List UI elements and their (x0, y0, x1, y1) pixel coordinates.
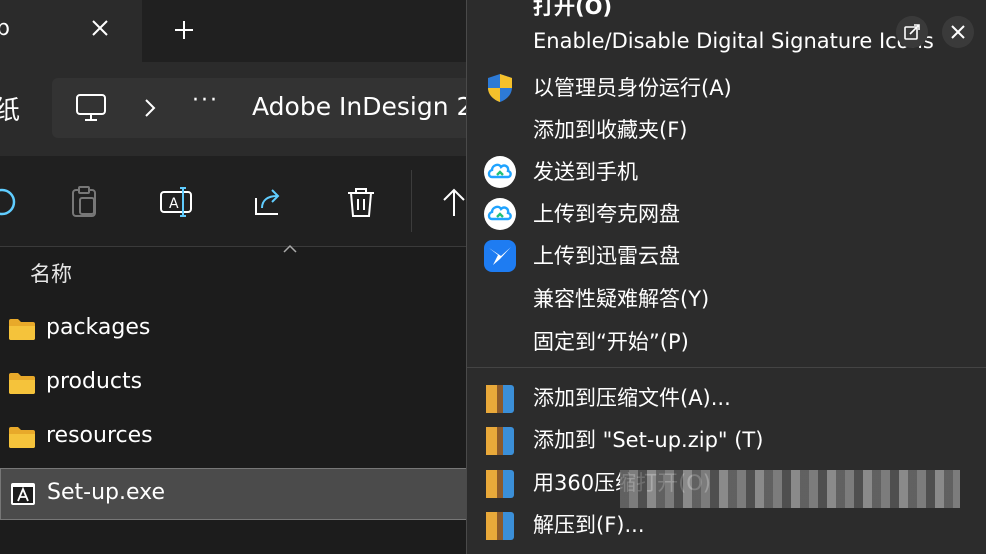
menu-item-label: 上传到夸克网盘 (533, 202, 680, 226)
list-item[interactable]: products (0, 358, 470, 410)
file-name: products (46, 369, 143, 394)
menu-item-label: Enable/Disable Digital Signature Icons (533, 29, 934, 53)
application-icon (11, 483, 35, 505)
menu-item-label: 添加到 "Set-up.zip" (T) (533, 428, 764, 452)
archive-icon (486, 385, 514, 413)
svg-text:A: A (169, 196, 179, 212)
list-item[interactable]: resources (0, 412, 470, 464)
address-bar[interactable]: ··· Adobe InDesign 2 (52, 78, 472, 138)
plus-icon[interactable] (170, 16, 198, 44)
menu-item-extract-to[interactable]: 解压到(F)... (467, 504, 986, 546)
menu-item-label: 以管理员身份运行(A) (533, 76, 732, 100)
menu-item-pin-to-start[interactable]: 固定到“开始”(P) (467, 321, 986, 363)
archive-icon (486, 427, 514, 455)
close-icon[interactable] (942, 16, 974, 48)
close-icon[interactable] (88, 16, 112, 40)
uac-shield-icon (488, 74, 512, 102)
menu-item-label: 添加到收藏夹(F) (533, 118, 688, 142)
menu-item-add-favorites[interactable]: 添加到收藏夹(F) (467, 109, 986, 151)
menu-item-upload-quark[interactable]: 上传到夸克网盘 (467, 193, 986, 235)
rename-icon[interactable]: A (158, 184, 194, 220)
menu-item-label: 发送到手机 (533, 160, 638, 184)
new-icon[interactable] (0, 184, 20, 220)
menu-item-label: 添加到压缩文件(A)... (533, 386, 731, 410)
tab-active[interactable]: p (0, 0, 142, 62)
archive-icon (486, 470, 514, 498)
bird-icon (484, 240, 516, 272)
paste-icon[interactable] (66, 184, 102, 220)
menu-item-run-as-admin[interactable]: 以管理员身份运行(A) (467, 67, 986, 109)
menu-item-label: 兼容性疑难解答(Y) (533, 287, 710, 311)
cloud-icon (484, 156, 516, 188)
nav-button-partial[interactable]: 纸 (0, 90, 20, 127)
computer-icon[interactable] (74, 92, 108, 124)
menu-item-add-to-zip[interactable]: 添加到 "Set-up.zip" (T) (467, 419, 986, 461)
command-toolbar: A (0, 156, 470, 247)
navigation-bar: 纸 ··· Adobe InDesign 2 (0, 62, 472, 156)
column-header-name[interactable]: 名称 (30, 258, 72, 288)
menu-item-compatibility[interactable]: 兼容性疑难解答(Y) (467, 278, 986, 320)
menu-item-upload-thunder[interactable]: 上传到迅雷云盘 (467, 235, 986, 277)
list-item[interactable]: packages (0, 304, 470, 356)
cloud-icon (484, 198, 516, 230)
file-name: Set-up.exe (47, 480, 165, 505)
menu-item-label: 固定到“开始”(P) (533, 330, 689, 354)
toolbar-divider (411, 170, 412, 232)
breadcrumb-current[interactable]: Adobe InDesign 2 (252, 92, 472, 121)
sort-caret-icon (283, 244, 297, 253)
file-name: resources (46, 423, 153, 448)
tab-title: p (0, 16, 10, 41)
tab-bar: p (0, 0, 470, 62)
folder-icon (9, 373, 35, 394)
restore-icon[interactable] (896, 16, 928, 48)
delete-icon[interactable] (343, 184, 379, 220)
menu-item-label: 打开(O) (533, 0, 613, 19)
redaction-mosaic (620, 470, 960, 508)
chevron-right-icon[interactable] (140, 96, 160, 120)
menu-item-send-to-phone[interactable]: 发送到手机 (467, 151, 986, 193)
menu-item-label: 上传到迅雷云盘 (533, 244, 680, 268)
menu-item-add-archive[interactable]: 添加到压缩文件(A)... (467, 377, 986, 419)
share-icon[interactable] (250, 184, 286, 220)
folder-icon (9, 427, 35, 448)
list-item-selected[interactable]: Set-up.exe (0, 468, 470, 520)
folder-icon (9, 319, 35, 340)
file-name: packages (46, 315, 151, 340)
menu-divider (467, 367, 986, 368)
breadcrumb-overflow[interactable]: ··· (192, 88, 219, 113)
menu-item-label: 解压到(F)... (533, 513, 645, 537)
archive-icon (486, 512, 514, 540)
